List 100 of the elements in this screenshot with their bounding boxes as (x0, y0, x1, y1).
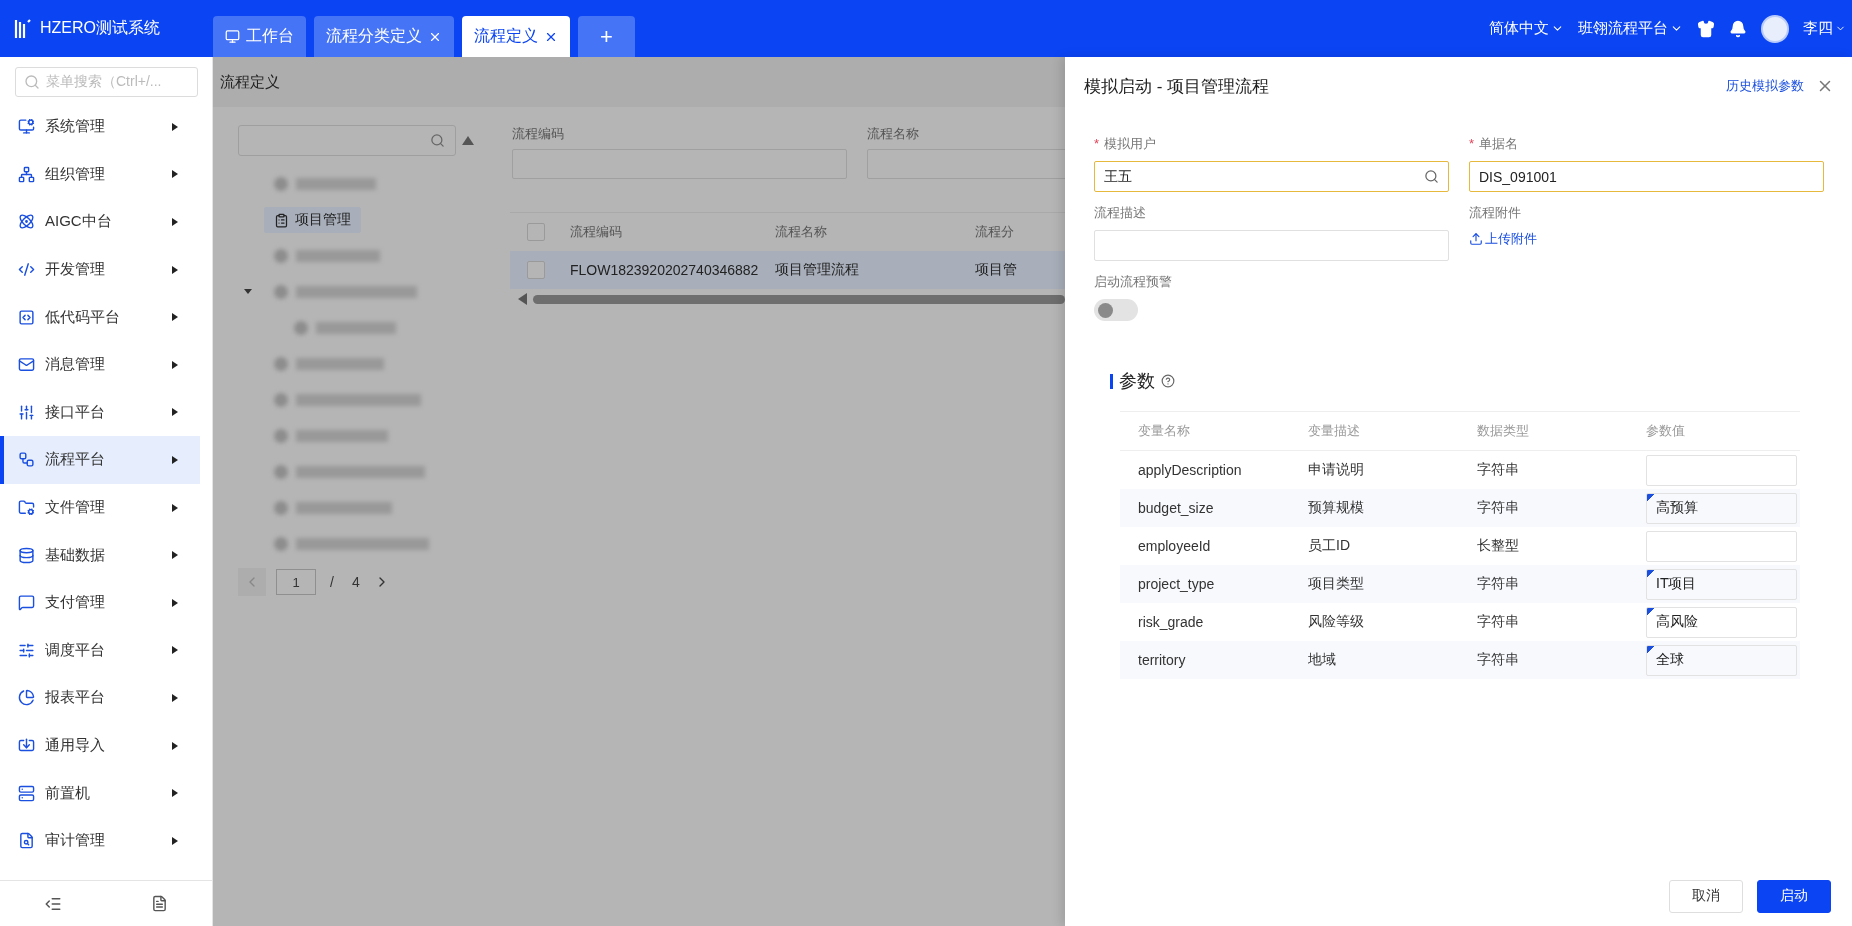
table-row[interactable]: FLOW1823920202740346882 项目管理流程 项目管 (510, 251, 1065, 289)
table-cell-text: 地域 (1308, 651, 1337, 669)
drawer-title: 模拟启动 - 项目管理流程 (1084, 75, 1270, 98)
table-cell-text: 字符串 (1477, 651, 1520, 669)
atom-icon (18, 213, 35, 231)
column-header: 变量描述 (1308, 422, 1361, 440)
column-header: 流程编码 (570, 223, 623, 241)
submenu-caret-icon (172, 693, 178, 702)
column-header: 数据类型 (1477, 422, 1530, 440)
search-icon (430, 133, 445, 148)
tab[interactable]: 流程定义 (462, 16, 570, 57)
table-cell-text: 长整型 (1477, 537, 1520, 555)
table-cell-text: 预算规模 (1308, 499, 1365, 517)
menu-item[interactable]: AIGC中台 (0, 198, 200, 246)
menu-item[interactable]: 审计管理 (0, 816, 200, 865)
menu-item[interactable]: 文件管理 (0, 483, 200, 532)
upload-link[interactable]: 上传附件 (1469, 230, 1824, 248)
column-header: 流程分 (975, 223, 1015, 241)
submenu-caret-icon (172, 170, 178, 179)
server-icon (18, 784, 35, 802)
start-button[interactable]: 启动 (1757, 879, 1831, 913)
menu-item[interactable]: 消息管理 (0, 340, 200, 389)
filter-label: 流程名称 (867, 125, 920, 143)
user-menu[interactable]: 李四 (1803, 19, 1846, 38)
history-params-link[interactable]: 历史模拟参数 (1726, 77, 1804, 95)
shirt-icon[interactable] (1697, 19, 1715, 38)
column-header: 参数值 (1646, 422, 1686, 440)
code-window-icon (18, 308, 35, 326)
logo-icon (14, 17, 32, 40)
page-input[interactable]: 1 (276, 569, 316, 595)
param-value-field[interactable] (1646, 454, 1797, 486)
toggle-switch[interactable] (1094, 299, 1138, 321)
menu-item[interactable]: 前置机 (0, 769, 200, 817)
avatar[interactable] (1761, 14, 1789, 43)
table-cell-text: employeeId (1138, 538, 1212, 554)
database-icon (18, 546, 35, 564)
menu-item[interactable]: 组织管理 (0, 150, 200, 199)
submenu-caret-icon (172, 551, 178, 560)
field-label: * 单据名 (1469, 135, 1520, 153)
submenu-caret-icon (172, 598, 178, 607)
menu-item[interactable]: 接口平台 (0, 388, 200, 437)
tab[interactable]: 工作台 (213, 16, 306, 57)
select-all-checkbox[interactable] (527, 223, 545, 241)
field-label: 启动流程预警 (1094, 273, 1173, 291)
code-icon (18, 261, 35, 279)
add-tab-button[interactable]: + (578, 16, 635, 57)
message-icon (18, 594, 35, 612)
total-pages: 4 (350, 574, 361, 590)
menu-item[interactable]: 基础数据 (0, 531, 200, 579)
tree-item[interactable]: 项目管理 (264, 207, 361, 233)
tab[interactable]: 流程分类定义 (314, 16, 454, 57)
input-field[interactable]: DIS_091001 (1469, 161, 1824, 192)
sliders-icon (18, 403, 35, 421)
scrollbar-thumb[interactable] (533, 294, 1065, 304)
table-cell-text: 项目管 (975, 261, 1018, 279)
search-icon (1424, 169, 1439, 184)
folder-gear-icon (18, 499, 35, 517)
row-checkbox[interactable] (527, 261, 545, 279)
menu-item[interactable]: 低代码平台 (0, 293, 200, 341)
menu-item[interactable]: 开发管理 (0, 245, 200, 294)
menu-item[interactable]: 支付管理 (0, 578, 200, 627)
help-icon[interactable] (1161, 374, 1175, 388)
scroll-up-icon[interactable] (462, 136, 474, 145)
menu-item[interactable]: 系统管理 (0, 103, 200, 151)
param-value-field[interactable]: 高预算 (1646, 492, 1797, 524)
table-cell-text: 字符串 (1477, 499, 1520, 517)
table-cell-text: 项目管理流程 (775, 261, 860, 279)
menu-item[interactable]: 流程平台 (0, 436, 200, 484)
table-cell-text: 项目类型 (1308, 575, 1365, 593)
user-search-field[interactable]: 王五 (1094, 161, 1449, 192)
scroll-left-icon[interactable] (518, 293, 527, 305)
param-value-field[interactable] (1646, 530, 1797, 562)
expanded-caret-icon[interactable] (243, 286, 253, 296)
param-value-field[interactable]: 高风险 (1646, 606, 1797, 638)
menu-item[interactable]: 调度平台 (0, 626, 200, 675)
app-title: HZERO测试系统 (40, 18, 160, 38)
table-cell-text: 申请说明 (1308, 461, 1365, 479)
platform-selector[interactable]: 班翎流程平台 (1578, 19, 1683, 38)
field-label: 流程附件 (1469, 204, 1522, 222)
bell-icon[interactable] (1729, 19, 1747, 38)
param-value-field[interactable]: IT项目 (1646, 568, 1797, 600)
table-cell-text: territory (1138, 652, 1187, 668)
import-icon (18, 737, 35, 754)
sliders-icon (18, 641, 35, 659)
column-header: 变量名称 (1138, 422, 1191, 440)
document-icon[interactable] (150, 895, 168, 912)
table-cell-text: 风险等级 (1308, 613, 1365, 631)
upload-icon (1469, 232, 1483, 246)
input-field[interactable] (1094, 230, 1449, 261)
language-selector[interactable]: 简体中文 (1489, 19, 1564, 38)
submenu-caret-icon (172, 218, 178, 226)
param-value-field[interactable]: 全球 (1646, 644, 1797, 676)
cancel-button[interactable]: 取消 (1669, 879, 1743, 913)
menu-item[interactable]: 通用导入 (0, 721, 200, 770)
table-cell-text: risk_grade (1138, 614, 1205, 630)
table-cell-text: 员工ID (1308, 537, 1351, 555)
chart-icon (18, 689, 35, 707)
menu-item[interactable]: 报表平台 (0, 674, 200, 722)
field-label: * 模拟用户 (1094, 135, 1158, 153)
tree-search-field[interactable] (238, 125, 456, 156)
